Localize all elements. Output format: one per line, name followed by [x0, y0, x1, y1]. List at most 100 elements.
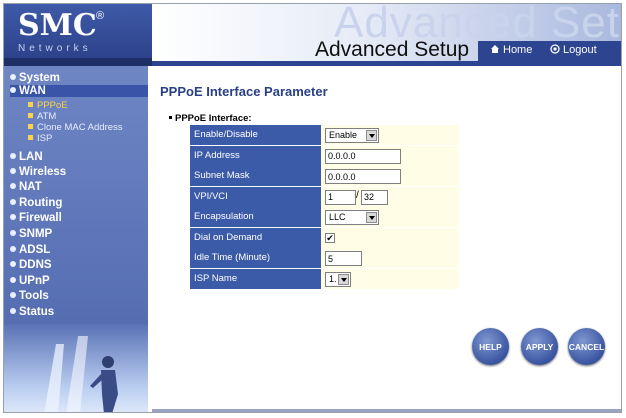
- bullet-icon: [28, 124, 33, 129]
- encapsulation-select[interactable]: LLC: [325, 210, 379, 225]
- vpi-vci-cell: /: [321, 186, 459, 207]
- isp-name-select[interactable]: 1.: [325, 271, 351, 287]
- dial-on-demand-cell: ✔: [321, 227, 459, 248]
- sidebar-item-label: ADSL: [19, 244, 51, 256]
- enable-disable-select[interactable]: Enable: [325, 128, 379, 143]
- sidebar-item-label: Tools: [19, 290, 49, 302]
- sidebar-item-label: Firewall: [19, 212, 62, 224]
- row-dial-on-demand: Dial on Demand ✔: [190, 227, 459, 249]
- sidebar-illustration: [4, 324, 148, 412]
- dial-on-demand-checkbox[interactable]: ✔: [325, 232, 335, 243]
- banner-title: Advanced Setup: [315, 38, 470, 61]
- sidebar-item-lan[interactable]: LAN: [10, 151, 43, 163]
- sidebar-subitem-atm[interactable]: ATM: [28, 111, 56, 122]
- dial-on-demand-label: Dial on Demand: [190, 227, 321, 248]
- logo-text: SMC: [18, 8, 97, 43]
- home-icon: [491, 45, 499, 53]
- logout-label: Logout: [563, 44, 597, 56]
- row-vpi-vci: VPI/VCI /: [190, 186, 459, 208]
- row-subnet-mask: Subnet Mask: [190, 166, 459, 187]
- sidebar-subitem-clone-mac[interactable]: Clone MAC Address: [28, 122, 123, 133]
- bullet-icon: [28, 102, 33, 107]
- sidebar-subitem-label: Clone MAC Address: [37, 122, 123, 133]
- chevron-down-icon: [338, 273, 349, 285]
- sidebar-item-label: SNMP: [19, 228, 53, 240]
- idle-time-input[interactable]: [325, 251, 362, 266]
- help-button[interactable]: HELP: [472, 328, 509, 365]
- bullet-icon: [10, 153, 16, 159]
- sidebar-item-label: Routing: [19, 197, 63, 209]
- bullet-icon: [10, 168, 16, 174]
- sidebar-item-nat[interactable]: NAT: [10, 181, 42, 193]
- isp-name-cell: 1.: [321, 268, 459, 289]
- bullet-icon: [28, 135, 33, 140]
- sidebar-item-adsl[interactable]: ADSL: [10, 244, 50, 256]
- ip-address-label: IP Address: [190, 145, 321, 166]
- enable-disable-value: Enable: [329, 130, 358, 140]
- row-idle-time: Idle Time (Minute): [190, 248, 459, 269]
- row-ip-address: IP Address: [190, 145, 459, 167]
- vpi-vci-separator: /: [356, 189, 359, 201]
- subnet-mask-cell: [321, 166, 459, 186]
- isp-name-value: 1.: [329, 273, 337, 284]
- sidebar-item-snmp[interactable]: SNMP: [10, 228, 52, 240]
- sidebar-item-label: NAT: [19, 181, 42, 193]
- sidebar-item-firewall[interactable]: Firewall: [10, 212, 62, 224]
- isp-name-label: ISP Name: [190, 268, 321, 289]
- sidebar-item-wan[interactable]: WAN: [10, 85, 148, 97]
- brand-logo: SMC ® Networks: [4, 4, 152, 66]
- sidebar-item-label: Status: [19, 306, 55, 318]
- home-link[interactable]: Home: [490, 44, 532, 56]
- sidebar-item-routing[interactable]: Routing: [10, 197, 62, 209]
- bullet-icon: [10, 87, 16, 93]
- encapsulation-label: Encapsulation: [190, 207, 321, 227]
- browser-frame: SMC ® Networks Advanced Setup Advanced S…: [3, 3, 622, 413]
- page-title: PPPoE Interface Parameter: [160, 84, 328, 99]
- bullet-icon: [10, 308, 16, 314]
- bullet-icon: [10, 74, 16, 80]
- sidebar-item-label: System: [19, 72, 60, 84]
- encapsulation-cell: LLC: [321, 207, 459, 227]
- sidebar-item-status[interactable]: Status: [10, 306, 54, 318]
- bullet-icon: [28, 113, 33, 118]
- bullet-icon: [10, 261, 16, 267]
- bullet-icon: [169, 116, 172, 119]
- enable-disable-cell: Enable: [321, 125, 459, 145]
- bullet-icon: [10, 199, 16, 205]
- sidebar-subitem-pppoe[interactable]: PPPoE: [28, 100, 68, 111]
- row-isp-name: ISP Name 1.: [190, 268, 459, 290]
- bullet-icon: [10, 292, 16, 298]
- chevron-down-icon: [366, 130, 377, 141]
- sidebar-item-upnp[interactable]: UPnP: [10, 275, 50, 287]
- cancel-button[interactable]: CANCEL: [568, 328, 605, 365]
- section-label: PPPoE Interface:: [175, 113, 252, 124]
- home-label: Home: [503, 44, 533, 56]
- logo-subtitle: Networks: [18, 43, 92, 54]
- sidebar-item-label: WAN: [19, 85, 46, 97]
- ip-address-input[interactable]: [325, 148, 401, 164]
- sidebar-item-ddns[interactable]: DDNS: [10, 259, 52, 271]
- logout-icon: [550, 44, 560, 54]
- idle-time-cell: [321, 248, 459, 268]
- enable-disable-label: Enable/Disable: [190, 125, 321, 145]
- logo-bar: [4, 58, 152, 66]
- bullet-icon: [10, 246, 16, 252]
- vpi-input[interactable]: [325, 189, 356, 205]
- sidebar-item-tools[interactable]: Tools: [10, 290, 49, 302]
- sidebar-item-label: UPnP: [19, 275, 50, 287]
- sidebar-item-label: DDNS: [19, 259, 52, 271]
- bullet-icon: [10, 230, 16, 236]
- subnet-mask-input[interactable]: [325, 169, 401, 184]
- bullet-icon: [10, 214, 16, 220]
- sidebar-subitem-label: PPPoE: [37, 100, 68, 111]
- sidebar-subitem-isp[interactable]: ISP: [28, 133, 52, 144]
- sidebar-item-system[interactable]: System: [10, 72, 60, 84]
- vpi-vci-label: VPI/VCI: [190, 186, 321, 207]
- figure-illustration: [44, 336, 118, 412]
- sidebar-item-wireless[interactable]: Wireless: [10, 166, 66, 178]
- vci-input[interactable]: [361, 189, 388, 205]
- sidebar-item-label: LAN: [19, 151, 43, 163]
- apply-button[interactable]: APPLY: [521, 328, 558, 365]
- logout-link[interactable]: Logout: [550, 44, 597, 56]
- sidebar-subitem-label: ATM: [37, 111, 57, 122]
